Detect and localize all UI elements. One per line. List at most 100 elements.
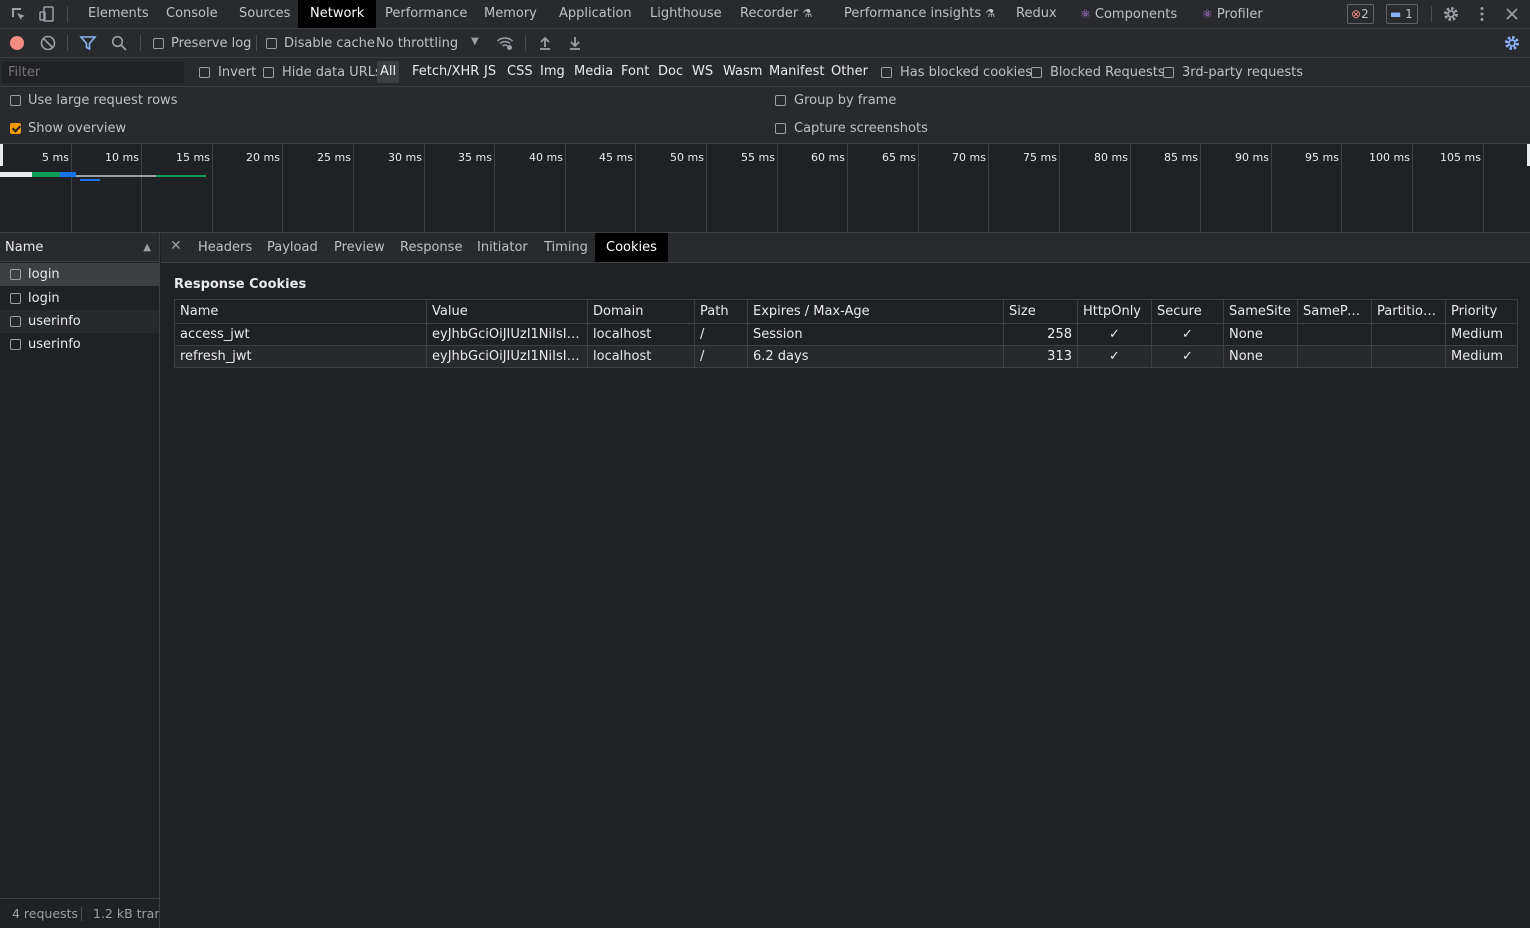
invert-checkbox[interactable]: [199, 67, 210, 78]
col-size[interactable]: Size: [1003, 299, 1078, 324]
tab-response[interactable]: Response: [389, 233, 473, 262]
large-rows-checkbox[interactable]: [10, 95, 21, 106]
tab-recorder[interactable]: Recorder ⚗: [728, 0, 824, 28]
request-row[interactable]: login: [0, 287, 159, 310]
disable-cache-checkbox[interactable]: [266, 38, 277, 49]
table-row[interactable]: refresh_jwt eyJhbGciOiJIUzI1NiIsInR... l…: [174, 345, 1518, 368]
tab-initiator[interactable]: Initiator: [466, 233, 539, 262]
col-httponly[interactable]: HttpOnly: [1077, 299, 1152, 324]
network-overview[interactable]: 5 ms 10 ms 15 ms 20 ms 25 ms 30 ms 35 ms 40 ms 4…: [0, 144, 1530, 233]
col-partition[interactable]: Partition ...: [1371, 299, 1446, 324]
more-options-icon[interactable]: [1473, 5, 1491, 23]
device-toolbar-icon[interactable]: [38, 5, 56, 23]
tab-cookies[interactable]: Cookies: [595, 233, 668, 262]
has-blocked-cookies-checkbox[interactable]: [881, 67, 892, 78]
filter-type-other[interactable]: Other: [828, 61, 871, 83]
filter-type-doc[interactable]: Doc: [655, 61, 686, 83]
tab-headers[interactable]: Headers: [187, 233, 263, 262]
chevron-down-icon[interactable]: ▼: [471, 36, 479, 47]
request-type-icon: [10, 269, 21, 280]
close-detail-icon[interactable]: ✕: [170, 238, 182, 254]
tab-performance-insights[interactable]: Performance insights ⚗: [832, 0, 1007, 28]
filter-type-img[interactable]: Img: [537, 61, 568, 83]
tab-performance[interactable]: Performance: [373, 0, 479, 28]
table-row[interactable]: access_jwt eyJhbGciOiJIUzI1NiIsInR... lo…: [174, 323, 1518, 346]
filter-icon[interactable]: [79, 34, 97, 52]
close-icon[interactable]: [1503, 5, 1521, 23]
col-samesite[interactable]: SameSite: [1223, 299, 1298, 324]
divider: [1431, 6, 1432, 22]
hide-data-urls-checkbox[interactable]: [263, 67, 274, 78]
overview-gridline: [282, 144, 283, 233]
show-overview-checkbox[interactable]: [10, 123, 21, 134]
col-name[interactable]: Name: [174, 299, 427, 324]
col-sameparty[interactable]: SameParty: [1297, 299, 1372, 324]
filter-type-all[interactable]: All: [377, 61, 400, 83]
throttling-select[interactable]: No throttling: [376, 36, 458, 51]
tab-console[interactable]: Console: [154, 0, 230, 28]
third-party-requests-checkbox[interactable]: [1163, 67, 1174, 78]
tab-timing[interactable]: Timing: [533, 233, 599, 262]
filter-type-css[interactable]: CSS: [504, 61, 536, 83]
tab-performance-insights-label: Performance insights: [844, 6, 982, 21]
disable-cache-label: Disable cache: [284, 36, 375, 51]
clear-icon[interactable]: [39, 34, 57, 52]
tab-elements[interactable]: Elements: [76, 0, 161, 28]
preserve-log-checkbox[interactable]: [153, 38, 164, 49]
overview-left-handle[interactable]: [0, 144, 3, 166]
network-conditions-icon[interactable]: [496, 34, 514, 52]
filter-type-js[interactable]: JS: [481, 61, 499, 83]
cookie-expires: 6.2 days: [747, 345, 1004, 368]
tab-sources[interactable]: Sources: [227, 0, 302, 28]
messages-badge[interactable]: ▬ 1: [1386, 4, 1418, 24]
overview-gridline: [71, 144, 72, 233]
has-blocked-cookies-label: Has blocked cookies: [900, 65, 1033, 80]
tab-payload[interactable]: Payload: [256, 233, 329, 262]
overview-tick-label: 65 ms: [882, 151, 916, 164]
col-value[interactable]: Value: [426, 299, 588, 324]
record-stop-icon[interactable]: [8, 34, 26, 52]
import-har-icon[interactable]: [536, 34, 554, 52]
errors-badge[interactable]: ⊗2: [1347, 4, 1374, 24]
cookie-secure: ✓: [1151, 345, 1224, 368]
capture-screenshots-checkbox[interactable]: [775, 123, 786, 134]
network-settings-gear-icon[interactable]: [1503, 34, 1521, 52]
filter-type-font[interactable]: Font: [618, 61, 652, 83]
request-row-login-selected[interactable]: login: [0, 263, 159, 286]
settings-gear-icon[interactable]: [1442, 5, 1460, 23]
overview-tick-label: 75 ms: [1023, 151, 1057, 164]
show-overview-label: Show overview: [28, 121, 127, 136]
blocked-requests-checkbox[interactable]: [1031, 67, 1042, 78]
tab-application[interactable]: Application: [547, 0, 644, 28]
request-row[interactable]: userinfo: [0, 333, 159, 356]
col-expires[interactable]: Expires / Max-Age: [747, 299, 1004, 324]
col-domain[interactable]: Domain: [587, 299, 695, 324]
name-column-header[interactable]: Name ▲: [0, 233, 159, 262]
overview-tick-label: 80 ms: [1094, 151, 1128, 164]
tab-preview[interactable]: Preview: [323, 233, 396, 262]
filter-type-ws[interactable]: WS: [689, 61, 716, 83]
overview-tick-label: 50 ms: [670, 151, 704, 164]
col-priority[interactable]: Priority: [1445, 299, 1518, 324]
filter-type-manifest[interactable]: Manifest: [766, 61, 827, 83]
tab-components[interactable]: ⚛ Components: [1068, 0, 1189, 28]
group-by-frame-checkbox[interactable]: [775, 95, 786, 106]
request-row[interactable]: userinfo: [0, 310, 159, 333]
filter-type-media[interactable]: Media: [571, 61, 616, 83]
tab-network[interactable]: Network: [298, 0, 377, 28]
tab-profiler[interactable]: ⚛ Profiler: [1190, 0, 1275, 28]
export-har-icon[interactable]: [566, 34, 584, 52]
filter-type-fetch-xhr[interactable]: Fetch/XHR: [409, 61, 482, 83]
inspect-element-icon[interactable]: [9, 5, 27, 23]
col-secure[interactable]: Secure: [1151, 299, 1224, 324]
filter-input[interactable]: [2, 62, 184, 83]
filter-type-wasm[interactable]: Wasm: [720, 61, 765, 83]
tab-lighthouse[interactable]: Lighthouse: [638, 0, 734, 28]
col-path[interactable]: Path: [694, 299, 748, 324]
group-by-frame-label: Group by frame: [794, 93, 897, 108]
hide-data-urls-label: Hide data URLs: [282, 65, 382, 80]
overview-tick-label: 5 ms: [42, 151, 69, 164]
search-icon[interactable]: [110, 34, 128, 52]
tab-redux[interactable]: Redux: [1004, 0, 1069, 28]
tab-memory[interactable]: Memory: [472, 0, 549, 28]
